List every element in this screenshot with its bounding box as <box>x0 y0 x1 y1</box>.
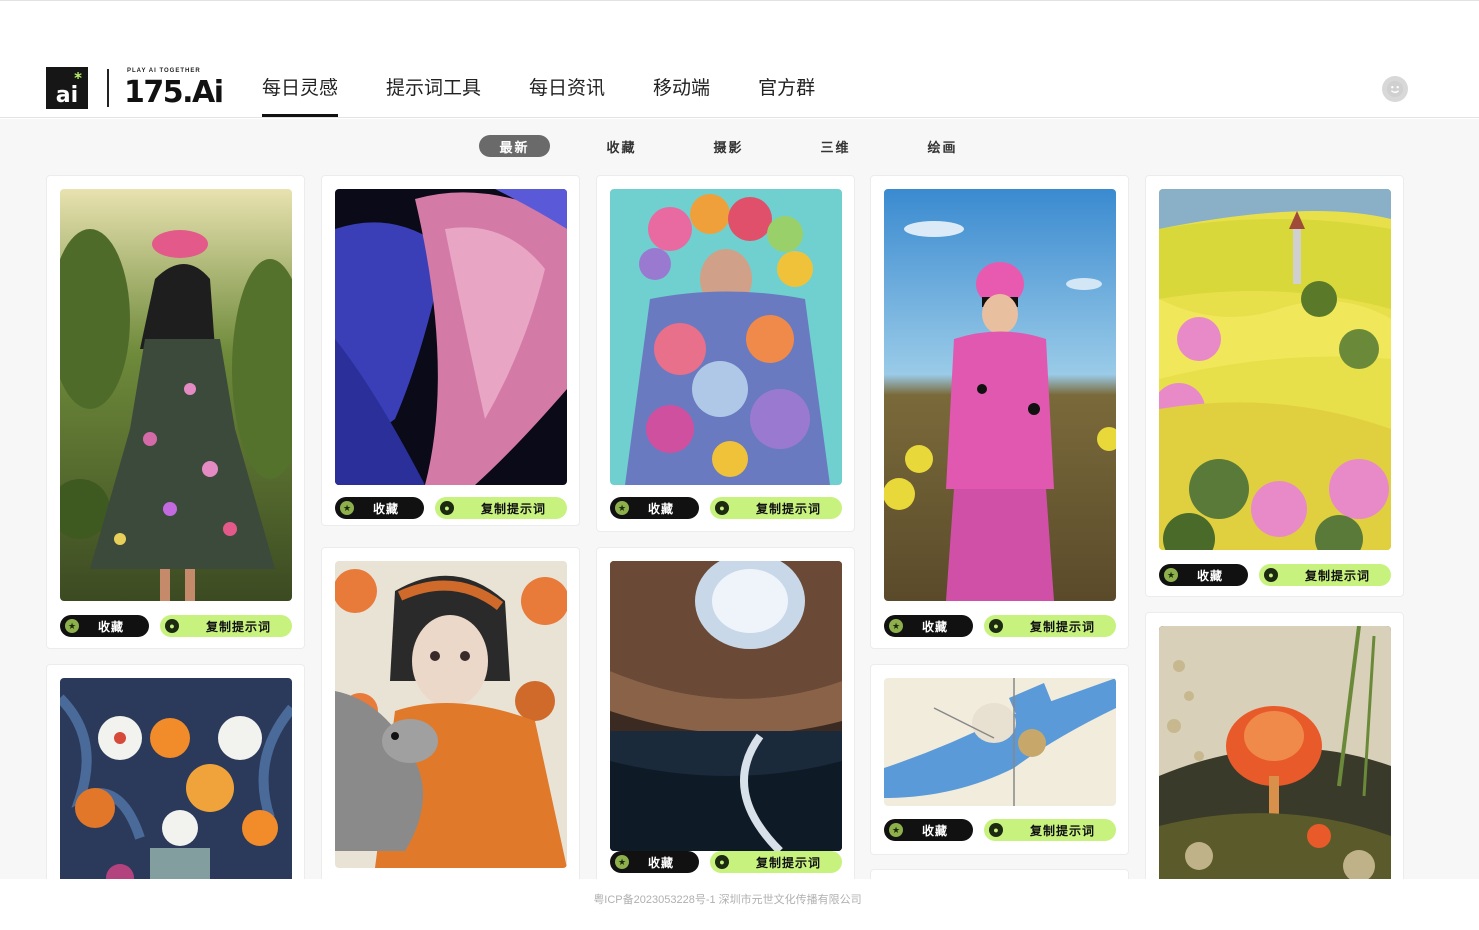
card-actions: ★ 收藏 ● 复制提示词 <box>610 851 842 873</box>
copy-prompt-button[interactable]: ● 复制提示词 <box>1259 564 1391 586</box>
gallery-card[interactable]: ★ 收藏 ● 复制提示词 <box>870 664 1129 855</box>
card-image[interactable] <box>610 189 842 485</box>
brand-name[interactable]: 175.Ai <box>124 75 224 110</box>
gallery-card[interactable]: ★ 收藏 ● 复制提示词 <box>596 547 855 879</box>
icp-record[interactable]: 粤ICP备2023053228号-1 深圳市元世文化传播有限公司 <box>0 891 1455 907</box>
star-icon: ★ <box>340 501 354 515</box>
gallery-card[interactable] <box>321 547 580 879</box>
copy-prompt-button[interactable]: ● 复制提示词 <box>710 497 842 519</box>
card-image[interactable] <box>1159 189 1391 550</box>
card-actions: ★ 收藏 ● 复制提示词 <box>60 615 292 637</box>
copy-prompt-button[interactable]: ● 复制提示词 <box>710 851 842 873</box>
gallery-card[interactable]: ★ 收藏 ● 复制提示词 <box>596 175 855 532</box>
gallery-card[interactable]: ★ 收藏 ● 复制提示词 <box>321 175 580 526</box>
favorite-button[interactable]: ★ 收藏 <box>610 851 699 873</box>
leaf-icon: ● <box>715 855 729 869</box>
copy-prompt-button[interactable]: ● 复制提示词 <box>984 615 1116 637</box>
category-tabs: 最新 收藏 摄影 三维 绘画 <box>479 135 1014 157</box>
leaf-icon: ● <box>165 619 179 633</box>
star-icon: ★ <box>1164 568 1178 582</box>
copy-prompt-button[interactable]: ● 复制提示词 <box>160 615 292 637</box>
card-image[interactable] <box>1159 626 1391 879</box>
logo-icon[interactable]: * ai <box>46 67 88 109</box>
card-image[interactable] <box>335 561 567 868</box>
gallery-card[interactable] <box>46 664 305 879</box>
nav-item-prompt-tools[interactable]: 提示词工具 <box>386 73 481 117</box>
nav-item-inspiration[interactable]: 每日灵感 <box>262 73 339 117</box>
star-icon: ★ <box>615 855 629 869</box>
star-icon: ★ <box>889 619 903 633</box>
tab-3d[interactable]: 三维 <box>800 135 871 157</box>
nav-item-mobile[interactable]: 移动端 <box>653 73 710 117</box>
card-actions: ★ 收藏 ● 复制提示词 <box>610 497 842 519</box>
favorite-button[interactable]: ★ 收藏 <box>1159 564 1248 586</box>
logo-divider <box>107 69 109 107</box>
tab-photography[interactable]: 摄影 <box>693 135 764 157</box>
copy-prompt-button[interactable]: ● 复制提示词 <box>435 497 567 519</box>
card-image[interactable] <box>60 189 292 601</box>
star-icon: ★ <box>615 501 629 515</box>
leaf-icon: ● <box>440 501 454 515</box>
leaf-icon: ● <box>989 823 1003 837</box>
gallery-card[interactable]: ★ 收藏 ● 复制提示词 <box>1145 175 1404 597</box>
card-actions: ★ 收藏 ● 复制提示词 <box>884 615 1116 637</box>
card-image[interactable] <box>610 561 842 851</box>
favorite-button[interactable]: ★ 收藏 <box>610 497 699 519</box>
gallery-card[interactable]: ★ 收藏 ● 复制提示词 <box>46 175 305 649</box>
favorite-button[interactable]: ★ 收藏 <box>884 615 973 637</box>
card-image[interactable] <box>335 189 567 485</box>
main-nav: 每日灵感 提示词工具 每日资讯 移动端 官方群 <box>262 73 815 117</box>
star-icon: ★ <box>889 823 903 837</box>
card-image[interactable] <box>884 678 1116 806</box>
leaf-icon: ● <box>1264 568 1278 582</box>
card-image[interactable] <box>884 189 1116 601</box>
card-actions: ★ 收藏 ● 复制提示词 <box>335 497 567 519</box>
card-image[interactable] <box>60 678 292 879</box>
nav-item-group[interactable]: 官方群 <box>758 73 815 117</box>
site-header: * ai PLAY AI TOGETHER 175.Ai 每日灵感 提示词工具 … <box>0 3 1479 118</box>
brand-tagline: PLAY AI TOGETHER <box>127 68 201 74</box>
leaf-icon: ● <box>989 619 1003 633</box>
star-icon: ★ <box>65 619 79 633</box>
tab-painting[interactable]: 绘画 <box>907 135 978 157</box>
card-actions: ★ 收藏 ● 复制提示词 <box>1159 564 1391 586</box>
gallery-card[interactable]: ★ 收藏 ● 复制提示词 <box>870 175 1129 649</box>
main-content: 最新 收藏 摄影 三维 绘画 ★ 收藏 ● 复制提示词 ★ 收藏 ● 复制提示词… <box>0 119 1479 879</box>
leaf-icon: ● <box>715 501 729 515</box>
favorite-button[interactable]: ★ 收藏 <box>60 615 149 637</box>
gallery-card[interactable] <box>1145 612 1404 879</box>
card-actions: ★ 收藏 ● 复制提示词 <box>884 819 1116 841</box>
site-footer: 粤ICP备2023053228号-1 深圳市元世文化传播有限公司 <box>0 879 1479 930</box>
nav-item-news[interactable]: 每日资讯 <box>529 73 605 117</box>
logo-star-icon: * <box>74 69 82 87</box>
tab-favorites[interactable]: 收藏 <box>586 135 657 157</box>
tab-latest[interactable]: 最新 <box>479 135 550 157</box>
copy-prompt-button[interactable]: ● 复制提示词 <box>984 819 1116 841</box>
favorite-button[interactable]: ★ 收藏 <box>335 497 424 519</box>
gallery-card[interactable] <box>870 869 1129 879</box>
avatar-icon[interactable] <box>1382 76 1408 102</box>
favorite-button[interactable]: ★ 收藏 <box>884 819 973 841</box>
